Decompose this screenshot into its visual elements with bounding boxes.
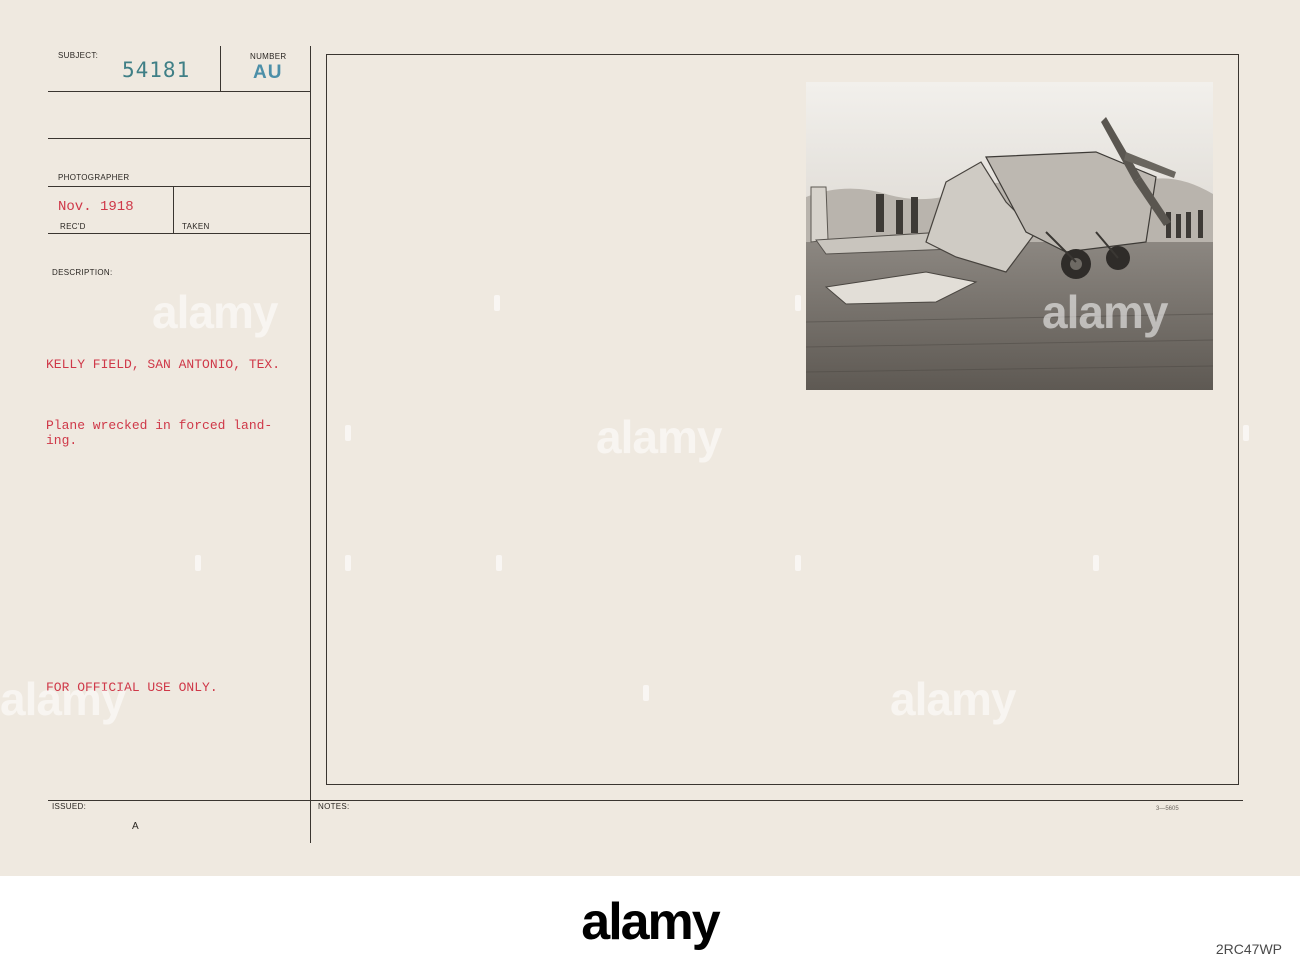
watermark-dot — [1093, 555, 1099, 571]
issued-mark: A — [132, 821, 139, 832]
plane-photo-image — [806, 82, 1213, 390]
divider — [48, 186, 310, 187]
column-divider — [310, 46, 311, 843]
watermark-dot — [494, 295, 500, 311]
taken-label: TAKEN — [182, 222, 210, 231]
stock-footer: alamy 2RC47WP — [0, 876, 1300, 965]
watermark-dot — [1243, 425, 1249, 441]
photographer-label: PHOTOGRAPHER — [58, 173, 130, 182]
divider — [220, 46, 221, 91]
subject-number: 54181 — [122, 58, 191, 82]
caption-line-1: Plane wrecked in forced land- — [46, 418, 273, 433]
archive-card: SUBJECT: 54181 NUMBER AU PHOTOGRAPHER No… — [0, 0, 1300, 876]
watermark: alamy — [1042, 286, 1168, 338]
watermark: alamy — [152, 286, 278, 338]
recd-label: REC'D — [60, 222, 86, 231]
watermark: alamy — [0, 673, 126, 725]
form-number: 3—5605 — [1156, 806, 1179, 812]
divider — [173, 187, 174, 233]
number-label: NUMBER — [250, 52, 287, 61]
watermark-dot — [195, 555, 201, 571]
caption-line-2: ing. — [46, 433, 78, 448]
subject-label: SUBJECT: — [58, 51, 99, 60]
wrecked-plane-photo — [806, 82, 1213, 390]
watermark-dot — [496, 555, 502, 571]
watermark-dot — [643, 685, 649, 701]
divider — [48, 138, 310, 139]
divider — [48, 91, 310, 92]
issued-label: ISSUED: — [52, 802, 87, 811]
bottom-rule — [48, 800, 1243, 801]
watermark-dot — [795, 555, 801, 571]
image-id: 2RC47WP — [1215, 941, 1282, 957]
divider — [48, 233, 310, 234]
notes-label: NOTES: — [318, 802, 350, 811]
watermark: alamy — [596, 411, 722, 463]
watermark-dot — [345, 425, 351, 441]
watermark: alamy — [890, 673, 1016, 725]
alamy-logo[interactable]: alamy — [581, 896, 720, 948]
number-code: AU — [253, 62, 283, 83]
date-received: Nov. 1918 — [58, 199, 134, 215]
watermark-dot — [795, 295, 801, 311]
description-label: DESCRIPTION: — [52, 268, 113, 277]
location-line: KELLY FIELD, SAN ANTONIO, TEX. — [46, 357, 281, 372]
watermark-dot — [345, 555, 351, 571]
